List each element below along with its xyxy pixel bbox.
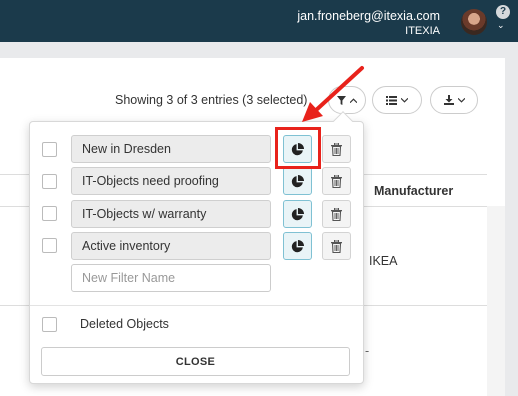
column-header-manufacturer[interactable]: Manufacturer: [374, 184, 453, 198]
trash-icon: [331, 174, 342, 188]
saved-filter-button[interactable]: IT-Objects w/ warranty: [71, 200, 271, 228]
filter-checkbox[interactable]: [42, 238, 57, 253]
table-cell-manufacturer: -: [365, 344, 370, 358]
dropdown-divider: [30, 305, 363, 306]
delete-filter-button[interactable]: [322, 232, 351, 260]
help-icon[interactable]: ?: [496, 5, 510, 19]
pie-chart-button[interactable]: [283, 200, 312, 228]
download-icon: [443, 95, 454, 105]
table-cell-manufacturer: IKEA: [369, 254, 398, 268]
export-button[interactable]: [430, 86, 478, 114]
saved-filter-button[interactable]: IT-Objects need proofing: [71, 167, 271, 195]
chevron-down-icon: [401, 97, 408, 103]
list-icon: [386, 95, 397, 105]
filter-checkbox[interactable]: [42, 206, 57, 221]
column-view-button[interactable]: [372, 86, 422, 114]
saved-filter-button[interactable]: Active inventory: [71, 232, 271, 260]
scroll-area: [487, 206, 505, 396]
saved-filter-button[interactable]: New in Dresden: [71, 135, 271, 163]
delete-filter-button[interactable]: [322, 167, 351, 195]
pie-chart-button[interactable]: [283, 167, 312, 195]
user-company: ITEXIA: [405, 25, 440, 37]
chevron-down-icon[interactable]: ⌄: [497, 20, 505, 31]
chevron-down-icon: [457, 97, 465, 103]
pie-chart-icon: [291, 174, 304, 187]
deleted-objects-checkbox[interactable]: [42, 317, 57, 332]
entries-count-text: Showing 3 of 3 entries (3 selected): [115, 93, 308, 107]
filter-checkbox[interactable]: [42, 142, 57, 157]
trash-icon: [331, 142, 342, 156]
annotation-arrow-icon: [302, 66, 364, 122]
trash-icon: [331, 207, 342, 221]
deleted-objects-label[interactable]: Deleted Objects: [80, 317, 169, 331]
delete-filter-button[interactable]: [322, 200, 351, 228]
filter-checkbox[interactable]: [42, 174, 57, 189]
user-email[interactable]: jan.froneberg@itexia.com: [297, 9, 440, 23]
pie-chart-icon: [291, 239, 304, 252]
pie-chart-button[interactable]: [283, 232, 312, 260]
avatar[interactable]: [461, 9, 487, 35]
new-filter-name-input[interactable]: [71, 264, 271, 292]
close-button[interactable]: CLOSE: [41, 347, 350, 376]
top-navbar: jan.froneberg@itexia.com ITEXIA ? ⌄: [0, 0, 518, 42]
trash-icon: [331, 239, 342, 253]
pie-chart-icon: [291, 207, 304, 220]
